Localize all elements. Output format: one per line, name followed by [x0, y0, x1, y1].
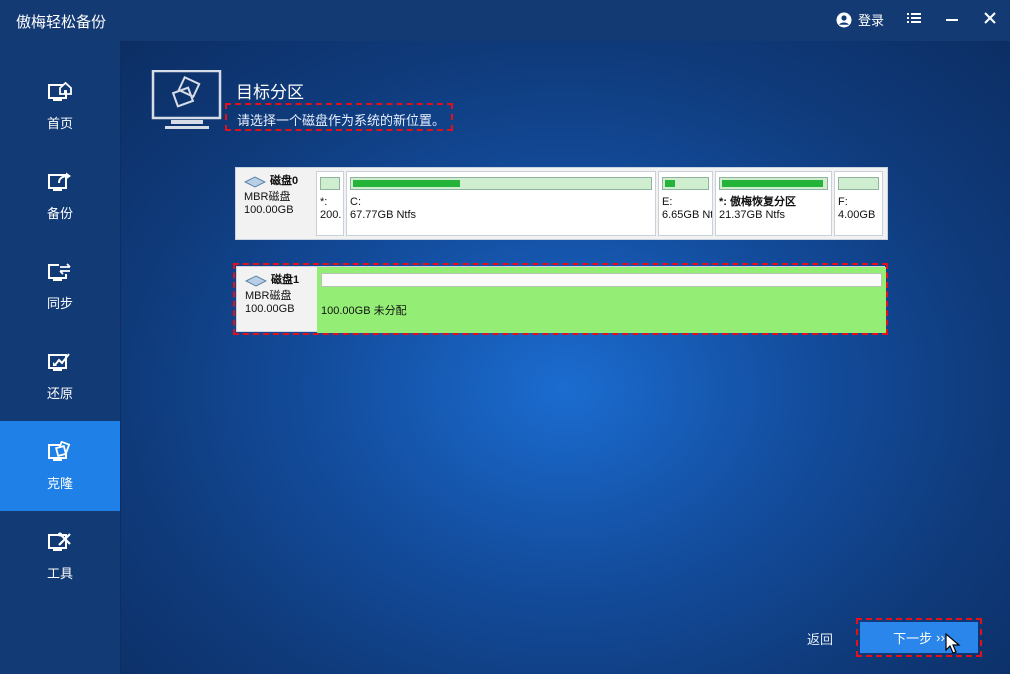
sync-monitor-icon	[48, 262, 71, 281]
partition-usage-bar	[321, 273, 882, 287]
disk-icon	[245, 274, 267, 287]
partition-usage-bar	[320, 177, 340, 190]
partition-label: *:	[320, 196, 328, 208]
double-chevron-right-icon: ››	[936, 630, 945, 645]
disk-info: 磁盘1 MBR磁盘 100.00GB	[237, 267, 316, 331]
backup-monitor-icon	[48, 172, 71, 191]
partition-label: F:	[838, 196, 848, 208]
close-icon[interactable]	[982, 10, 1002, 30]
back-button[interactable]: 返回	[807, 629, 833, 648]
partition[interactable]: E: 6.65GB Nt	[658, 171, 713, 236]
sidebar-item-restore[interactable]: 还原	[0, 331, 120, 421]
sidebar-item-backup[interactable]: 备份	[0, 151, 120, 241]
partition-unallocated[interactable]: 100.00GB 未分配	[317, 267, 886, 333]
restore-monitor-icon	[48, 352, 70, 371]
partition-detail: 6.65GB Nt	[662, 209, 713, 221]
login-button[interactable]: 登录	[836, 10, 884, 29]
tools-monitor-icon	[48, 532, 71, 551]
user-icon	[836, 12, 852, 27]
main-content: 目标分区 请选择一个磁盘作为系统的新位置。 磁盘0 MBR磁盘 100.00GB…	[121, 41, 1010, 674]
disk-row-0[interactable]: 磁盘0 MBR磁盘 100.00GB *: 200. C: 67.77GB Nt…	[235, 167, 888, 240]
partition-label: C:	[350, 196, 361, 208]
page-subtitle: 请选择一个磁盘作为系统的新位置。	[225, 103, 454, 131]
partition-detail: 200.	[320, 209, 342, 221]
sidebar-item-tools[interactable]: 工具	[0, 511, 120, 601]
partition-detail: 67.77GB Ntfs	[350, 209, 417, 221]
sidebar: 首页 备份 同步 还原 克隆 工具	[0, 41, 120, 674]
partition-detail: 100.00GB 未分配	[321, 305, 407, 317]
disk-type: MBR磁盘	[244, 191, 291, 203]
sidebar-item-label: 同步	[46, 295, 73, 311]
clone-monitor-icon	[48, 440, 71, 461]
disk-row-1[interactable]: 磁盘1 MBR磁盘 100.00GB 100.00GB 未分配	[236, 266, 886, 333]
partition[interactable]: C: 67.77GB Ntfs	[346, 171, 656, 236]
disk-info: 磁盘0 MBR磁盘 100.00GB	[236, 168, 315, 239]
mouse-pointer-icon	[945, 633, 961, 654]
hamburger-menu-icon[interactable]	[906, 10, 926, 30]
next-button-outline: 下一步 ››	[856, 618, 982, 657]
partition-detail: 4.00GB	[838, 209, 876, 221]
partition[interactable]: F: 4.00GB	[834, 171, 883, 236]
partition-usage-bar	[350, 177, 652, 190]
disk-size: 100.00GB	[244, 204, 294, 216]
partition-usage-bar	[719, 177, 828, 190]
partition-detail: 21.37GB Ntfs	[719, 209, 786, 221]
sidebar-item-label: 备份	[46, 205, 73, 221]
sidebar-item-clone[interactable]: 克隆	[0, 421, 120, 511]
title-bar: 傲梅轻松备份 登录	[0, 0, 1010, 41]
partition[interactable]: *: 200.	[316, 171, 344, 236]
page-title: 目标分区	[236, 83, 304, 102]
partition[interactable]: *: 傲梅恢复分区 21.37GB Ntfs	[715, 171, 832, 236]
partition-usage-bar	[662, 177, 709, 190]
sidebar-item-label: 首页	[46, 115, 73, 131]
partition-label: *: 傲梅恢复分区	[719, 196, 796, 208]
sidebar-item-home[interactable]: 首页	[0, 61, 120, 151]
disk-icon	[244, 175, 266, 188]
disk-type: MBR磁盘	[245, 290, 292, 302]
sidebar-item-label: 还原	[46, 385, 73, 401]
app-title: 傲梅轻松备份	[16, 14, 107, 31]
next-label: 下一步	[893, 631, 933, 646]
clone-header-icon	[151, 70, 222, 129]
sidebar-item-label: 工具	[46, 565, 73, 581]
partition-label: E:	[662, 196, 673, 208]
login-label: 登录	[858, 13, 885, 28]
disk-name: 磁盘0	[270, 175, 299, 187]
minimize-icon[interactable]	[944, 10, 964, 30]
home-monitor-icon	[48, 81, 72, 101]
sidebar-item-label: 克隆	[46, 475, 73, 491]
sidebar-item-sync[interactable]: 同步	[0, 241, 120, 331]
disk-size: 100.00GB	[245, 303, 295, 315]
partition-usage-bar	[838, 177, 879, 190]
disk-name: 磁盘1	[271, 274, 300, 286]
